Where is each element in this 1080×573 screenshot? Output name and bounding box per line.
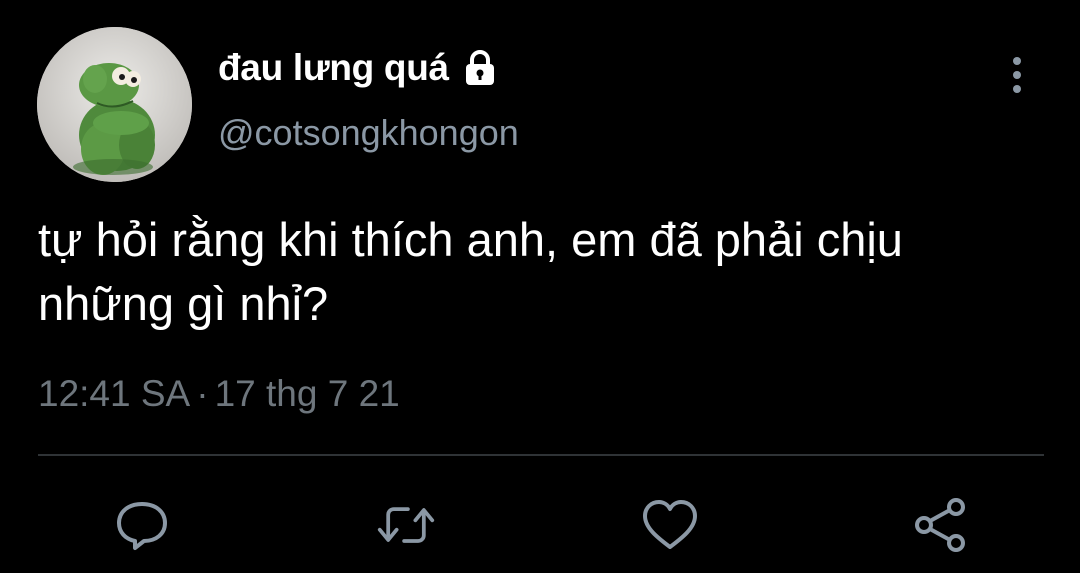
heart-icon [643,500,697,549]
display-name[interactable]: đau lưng quá [218,47,449,89]
meta-separator: · [196,373,209,414]
divider [38,454,1044,456]
tweet-text: tự hỏi rằng khi thích anh, em đã phải ch… [38,213,903,330]
more-options-icon[interactable] [1000,55,1034,95]
display-name-row: đau lưng quá [218,44,501,92]
tweet-timestamp[interactable]: 12:41 SA · 17 thg 7 21 [38,373,400,415]
tweet-date: 17 thg 7 21 [214,373,400,414]
lock-icon [459,47,501,89]
reply-button[interactable] [112,495,172,555]
retweet-button[interactable] [376,495,436,555]
comment-icon [117,502,167,550]
avatar-image [37,27,192,182]
retweet-icon [377,507,435,543]
avatar[interactable] [37,27,192,182]
like-button[interactable] [640,495,700,555]
tweet-card: đau lưng quá @cotsongkhongon tự hỏi rằng… [0,0,1080,573]
user-handle[interactable]: @cotsongkhongon [218,112,519,154]
share-button[interactable] [910,495,970,555]
share-icon [915,498,965,552]
tweet-time: 12:41 SA [38,373,191,414]
